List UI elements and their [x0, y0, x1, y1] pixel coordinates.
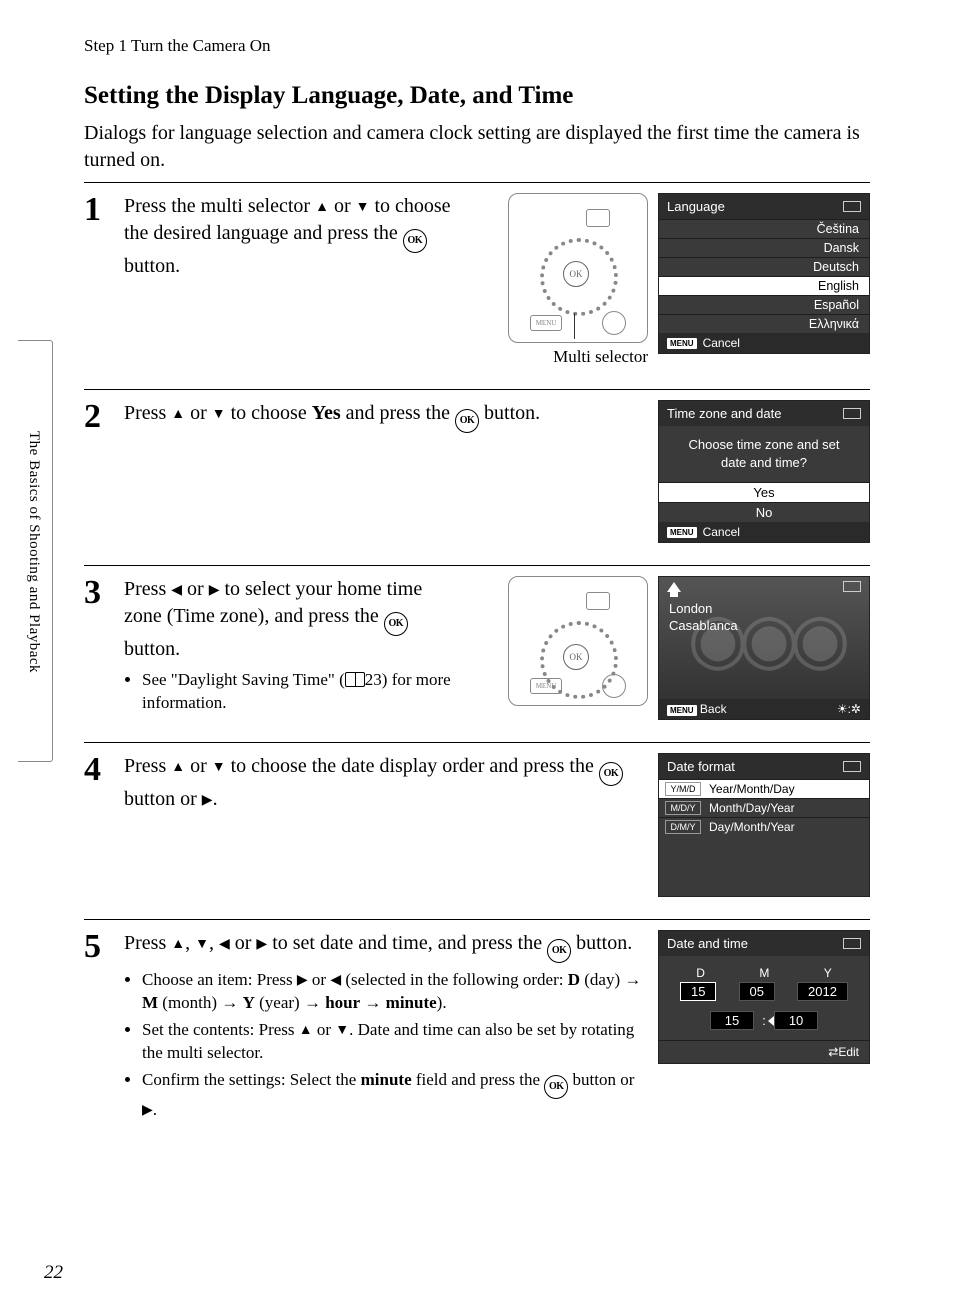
sub-bullet: Confirm the settings: Select the minute …	[142, 1069, 644, 1122]
left-icon: ◀	[330, 972, 341, 991]
right-icon: ▶	[256, 936, 267, 955]
step-number: 2	[84, 400, 124, 434]
world-map-icon: ◉◉◉	[659, 577, 869, 699]
list-item: Ελληνικά	[659, 314, 869, 333]
divider	[84, 389, 870, 390]
up-icon: ▲	[171, 406, 185, 425]
step-number: 3	[84, 576, 124, 610]
left-icon: ◀	[219, 936, 230, 955]
sub-bullet: Set the contents: Press ▲ or ▼. Date and…	[142, 1019, 644, 1065]
book-icon	[345, 672, 365, 687]
up-icon: ▲	[315, 199, 329, 218]
down-icon: ▼	[212, 406, 226, 425]
camera-diagram: OK MENU	[508, 576, 648, 706]
ok-icon: OK	[455, 409, 479, 433]
format-row: D/M/YDay/Month/Year	[659, 817, 869, 836]
up-icon: ▲	[171, 936, 185, 955]
format-row-selected: Y/M/DYear/Month/Day	[659, 779, 869, 798]
menu-icon: MENU	[667, 705, 697, 716]
value-box-hour: 15	[710, 1011, 754, 1030]
side-tab-label: The Basics of Shooting and Playback	[25, 431, 42, 673]
lcd-language: Language Čeština Dansk Deutsch English E…	[658, 193, 870, 354]
step-4: 4 Press ▲ or ▼ to choose the date displa…	[84, 753, 648, 813]
battery-icon	[843, 581, 861, 592]
camera-diagram: OK MENU	[508, 193, 648, 343]
option-yes: Yes	[659, 482, 869, 502]
step-number: 1	[84, 193, 124, 227]
sub-bullet: See "Daylight Saving Time" (23) for more…	[142, 669, 464, 715]
page-title: Setting the Display Language, Date, and …	[84, 82, 870, 110]
trash-icon	[602, 311, 626, 335]
step-number: 4	[84, 753, 124, 787]
page-header: Step 1 Turn the Camera On	[84, 36, 870, 56]
up-icon: ▲	[171, 759, 185, 778]
city-label: Casablanca	[669, 618, 859, 635]
left-icon: ◀	[171, 582, 182, 601]
down-icon: ▼	[335, 1022, 349, 1041]
divider	[84, 182, 870, 183]
lcd-title: Time zone and date	[667, 406, 781, 421]
lcd-message: Choose time zone and set date and time?	[659, 426, 869, 482]
divider	[84, 565, 870, 566]
right-icon: ▶	[209, 582, 220, 601]
ok-icon: OK	[544, 1075, 568, 1099]
step-2: 2 Press ▲ or ▼ to choose Yes and press t…	[84, 400, 648, 434]
step-5: 5 Press ▲, ▼, ◀ or ▶ to set date and tim…	[84, 930, 648, 1125]
dst-icon: ☀:✲	[837, 702, 861, 716]
list-item: Deutsch	[659, 257, 869, 276]
edit-label: ⇄Edit	[828, 1045, 859, 1059]
lcd-title: Date format	[667, 759, 735, 774]
step-3: 3 Press ◀ or ▶ to select your home time …	[84, 576, 498, 719]
cancel-label: Cancel	[703, 525, 740, 539]
lcd-date-time: Date and time DMY 15 05 2012 15 : 10 ⇄Ed…	[658, 930, 870, 1064]
home-icon	[667, 582, 681, 592]
list-item-selected: English	[659, 276, 869, 295]
down-icon: ▼	[212, 759, 226, 778]
cancel-label: Cancel	[703, 336, 740, 350]
divider	[84, 919, 870, 920]
lcd-timezone-map: ◉◉◉ London Casablanca MENU Back ☀:✲	[658, 576, 870, 720]
page-number: 22	[44, 1262, 63, 1284]
ok-icon: OK	[599, 762, 623, 786]
language-list: Čeština Dansk Deutsch English Español Ελ…	[659, 219, 869, 333]
list-item: Español	[659, 295, 869, 314]
down-icon: ▼	[356, 199, 370, 218]
value-box-day: 15	[680, 982, 716, 1001]
right-icon: ▶	[142, 1102, 153, 1121]
ok-icon: OK	[563, 261, 589, 287]
format-row: M/D/YMonth/Day/Year	[659, 798, 869, 817]
ok-icon: OK	[403, 229, 427, 253]
lcd-title: Date and time	[667, 936, 748, 951]
list-item: Čeština	[659, 219, 869, 238]
lcd-date-format: Date format Y/M/DYear/Month/Day M/D/YMon…	[658, 753, 870, 897]
lcd-title: Language	[667, 199, 725, 214]
menu-icon: MENU	[667, 527, 697, 538]
lcd-timezone-confirm: Time zone and date Choose time zone and …	[658, 400, 870, 543]
value-box-minute: 10	[774, 1011, 818, 1030]
side-tab: The Basics of Shooting and Playback	[18, 340, 53, 762]
ok-icon: OK	[547, 939, 571, 963]
menu-icon: MENU	[530, 678, 562, 694]
right-icon: ▶	[202, 792, 213, 811]
city-label: London	[669, 601, 859, 618]
right-icon: ▶	[297, 972, 308, 991]
sub-bullet: Choose an item: Press ▶ or ◀ (selected i…	[142, 969, 644, 1015]
step-1: 1 Press the multi selector ▲ or ▼ to cho…	[84, 193, 498, 280]
intro-text: Dialogs for language selection and camer…	[84, 120, 870, 174]
down-icon: ▼	[195, 936, 209, 955]
divider	[84, 742, 870, 743]
ok-icon: OK	[384, 612, 408, 636]
step-number: 5	[84, 930, 124, 964]
up-icon: ▲	[299, 1022, 313, 1041]
value-box-month: 05	[739, 982, 775, 1001]
option-no: No	[659, 502, 869, 522]
menu-icon: MENU	[667, 338, 697, 349]
back-label: Back	[700, 702, 727, 716]
value-box-year: 2012	[797, 982, 848, 1001]
multi-selector-label: Multi selector	[508, 347, 648, 367]
menu-icon: MENU	[530, 315, 562, 331]
list-item: Dansk	[659, 238, 869, 257]
